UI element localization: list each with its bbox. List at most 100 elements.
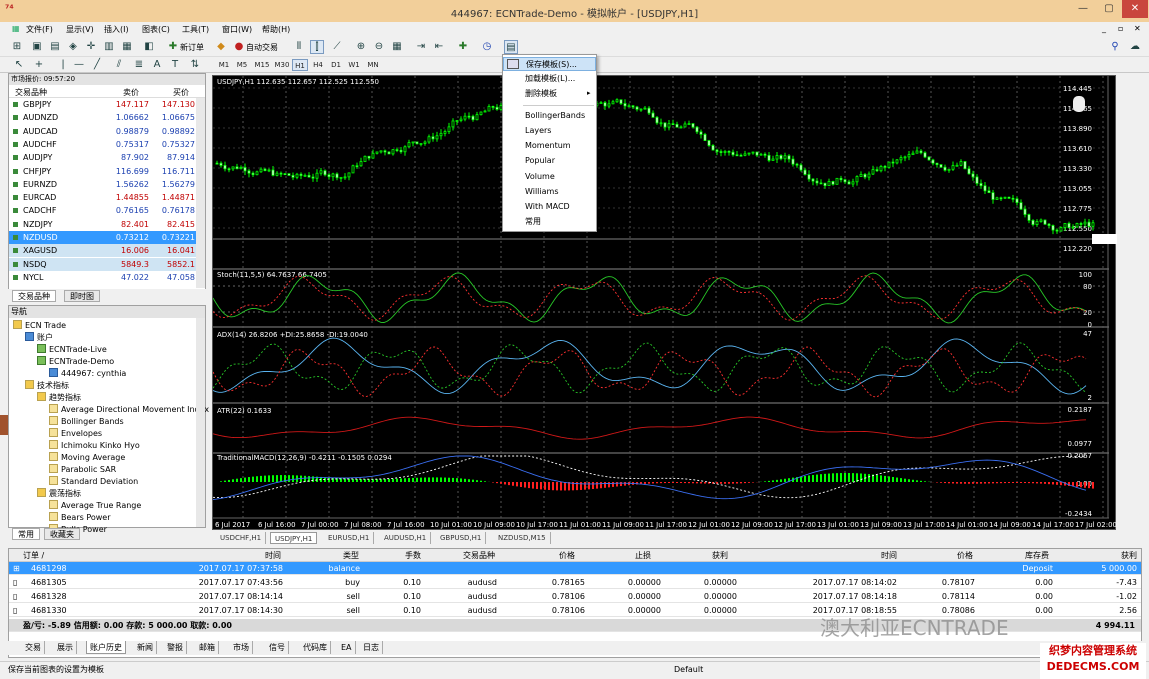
- navigator-item[interactable]: 账户: [25, 332, 53, 344]
- timeframe-w1[interactable]: W1: [346, 59, 362, 71]
- menu-template-common[interactable]: 常用: [503, 215, 596, 229]
- navigator-item[interactable]: Parabolic SAR: [49, 464, 116, 476]
- navigator-item[interactable]: 444967: cynthia: [49, 368, 126, 380]
- navigator-item[interactable]: Ichimoku Kinko Hyo: [49, 440, 140, 452]
- navigator-item[interactable]: Envelopes: [49, 428, 102, 440]
- navigator-item[interactable]: Average True Range: [49, 500, 141, 512]
- indicators-icon[interactable]: ✚: [456, 40, 470, 54]
- templates-icon[interactable]: ▤: [504, 40, 518, 54]
- auto-scroll-icon[interactable]: ⇥: [414, 40, 428, 54]
- chart-tab-usdchf[interactable]: USDCHF,H1: [216, 532, 267, 544]
- zoom-out-icon[interactable]: ⊖: [372, 40, 386, 54]
- col-symbol[interactable]: 交易品种: [463, 549, 495, 562]
- col-order[interactable]: 订单 /: [23, 549, 44, 562]
- market-watch-row[interactable]: GBPJPY 147.117 147.130: [9, 98, 197, 111]
- market-watch-row[interactable]: XAGUSD 16.006 16.041: [9, 244, 197, 258]
- col-symbol[interactable]: 交易品种: [15, 87, 47, 98]
- chart-tab-usdjpy[interactable]: USDJPY,H1: [270, 532, 318, 544]
- market-watch-row[interactable]: EURCAD 1.44855 1.44871: [9, 191, 197, 204]
- menu-template-popular[interactable]: Popular: [503, 154, 596, 168]
- price-chart[interactable]: 114.445114.165113.890113.610113.330113.0…: [213, 76, 1117, 531]
- arrows-icon[interactable]: ⇅: [188, 58, 202, 72]
- candlestick-icon[interactable]: ⫿: [310, 40, 324, 54]
- timeframe-d1[interactable]: D1: [328, 59, 344, 71]
- market-watch-scrollbar[interactable]: [196, 98, 205, 288]
- crosshair-icon[interactable]: ✛: [84, 40, 98, 54]
- menu-load-template[interactable]: 加载模板(L)...: [503, 72, 596, 86]
- navigator-item[interactable]: ECNTrade-Demo: [37, 356, 114, 368]
- navigator-item[interactable]: ECNTrade-Live: [37, 344, 107, 356]
- menu-template-momentum[interactable]: Momentum: [503, 139, 596, 153]
- chart-shift-icon[interactable]: ⇤: [432, 40, 446, 54]
- timeframe-h4[interactable]: H4: [310, 59, 326, 71]
- market-watch-row[interactable]: CHFJPY 116.699 116.711: [9, 165, 197, 178]
- timeframe-m30[interactable]: M30: [272, 59, 292, 71]
- auto-trade-icon[interactable]: ●: [232, 40, 246, 54]
- child-close-button[interactable]: ✕: [1134, 24, 1141, 33]
- fibonacci-icon[interactable]: ≣: [132, 58, 146, 72]
- navigator-item[interactable]: 趋势指标: [37, 392, 81, 404]
- navigator-item[interactable]: Standard Deviation: [49, 476, 138, 488]
- search-icon[interactable]: ⚲: [1108, 40, 1122, 54]
- market-watch-row[interactable]: NYCL 47.022 47.058: [9, 271, 197, 284]
- menu-template-williams[interactable]: Williams: [503, 185, 596, 199]
- col-tp[interactable]: 获利: [712, 549, 728, 562]
- new-order-button[interactable]: 新订单: [180, 42, 204, 53]
- terminal-tab[interactable]: 新闻: [134, 641, 157, 654]
- menu-file[interactable]: 文件(F): [26, 24, 53, 35]
- channel-icon[interactable]: ⫽: [112, 58, 126, 72]
- terminal-tab[interactable]: EA: [338, 641, 356, 654]
- col-lots[interactable]: 手数: [405, 549, 421, 562]
- navigator-scrollbar[interactable]: [196, 318, 205, 527]
- history-row[interactable]: ▯ 4681305 2017.07.17 07:43:56 buy 0.10 audusd…: [9, 576, 1141, 589]
- col-profit[interactable]: 获利: [1121, 549, 1137, 562]
- cursor-icon[interactable]: ↖: [12, 58, 26, 72]
- terminal-tab[interactable]: 交易: [22, 641, 45, 654]
- col-bid[interactable]: 卖价: [123, 87, 139, 98]
- timeframe-m15[interactable]: M15: [252, 59, 272, 71]
- col-price[interactable]: 价格: [559, 549, 575, 562]
- tester-icon[interactable]: ▦: [120, 40, 134, 54]
- market-watch-row[interactable]: NZDUSD 0.73212 0.73221: [9, 231, 197, 244]
- tab-favorites[interactable]: 收藏夹: [44, 528, 80, 540]
- data-window-icon[interactable]: ◧: [142, 40, 156, 54]
- vertical-line-icon[interactable]: |: [56, 58, 70, 72]
- market-watch-icon[interactable]: ▤: [48, 40, 62, 54]
- timeframe-m1[interactable]: M1: [216, 59, 232, 71]
- history-row[interactable]: ⊞ 4681298 2017.07.17 07:37:58 balance Deposi…: [9, 562, 1141, 575]
- terminal-tab[interactable]: 账户历史: [86, 641, 126, 654]
- tab-symbols[interactable]: 交易品种: [12, 290, 56, 302]
- terminal-tab[interactable]: 市场: [230, 641, 253, 654]
- menu-template-bollinger[interactable]: BollingerBands: [503, 109, 596, 123]
- col-close-time[interactable]: 时间: [881, 549, 897, 562]
- navigator-item[interactable]: Bears Power: [49, 512, 111, 524]
- menu-delete-template[interactable]: 删除模板: [503, 87, 596, 101]
- menu-window[interactable]: 窗口(W): [222, 24, 252, 35]
- periods-icon[interactable]: ◷: [480, 40, 494, 54]
- crosshair-tool-icon[interactable]: +: [32, 58, 46, 72]
- terminal-tab[interactable]: 日志: [360, 641, 383, 654]
- metaeditor-icon[interactable]: ◆: [214, 40, 228, 54]
- side-handle[interactable]: [0, 415, 8, 435]
- terminal-icon[interactable]: ▥: [102, 40, 116, 54]
- market-watch-row[interactable]: CADCHF 0.76165 0.76178: [9, 204, 197, 217]
- text-icon[interactable]: A: [150, 58, 164, 72]
- market-watch-row[interactable]: NSDQ 5849.3 5852.1: [9, 257, 197, 271]
- col-ask[interactable]: 买价: [173, 87, 189, 98]
- navigator-item[interactable]: ECN Trade: [13, 320, 66, 332]
- timeframe-m5[interactable]: M5: [234, 59, 250, 71]
- market-watch-row[interactable]: AUDJPY 87.902 87.914: [9, 151, 197, 164]
- menu-charts[interactable]: 图表(C): [142, 24, 170, 35]
- chart-tab-eurusd[interactable]: EURUSD,H1: [324, 532, 375, 544]
- terminal-tab[interactable]: 代码库: [300, 641, 331, 654]
- terminal-tab[interactable]: 信号: [266, 641, 289, 654]
- menu-insert[interactable]: 插入(I): [104, 24, 129, 35]
- chart-tab-nzdusd[interactable]: NZDUSD,M15: [494, 532, 551, 544]
- col-type[interactable]: 类型: [343, 549, 359, 562]
- tab-tick-chart[interactable]: 即时图: [64, 290, 100, 302]
- tile-windows-icon[interactable]: ▦: [390, 40, 404, 54]
- navigator-item[interactable]: 震荡指标: [37, 488, 81, 500]
- terminal-tab[interactable]: 邮箱: [196, 641, 219, 654]
- market-watch-row[interactable]: NZDJPY 82.401 82.415: [9, 218, 197, 231]
- timeframe-h1[interactable]: H1: [292, 59, 308, 71]
